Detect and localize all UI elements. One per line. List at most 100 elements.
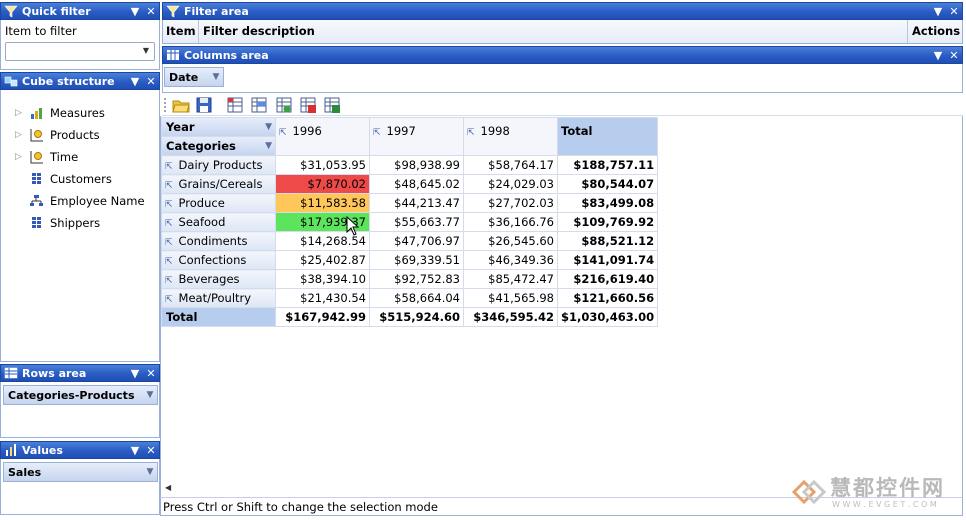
close-icon[interactable]: ✕ (143, 365, 159, 381)
data-cell[interactable]: $25,402.87 (275, 250, 370, 270)
tree-item-customers[interactable]: Customers (15, 169, 112, 189)
row-total-cell[interactable]: $80,544.07 (556, 174, 659, 194)
tree-item-shippers[interactable]: Shippers (15, 213, 100, 233)
row-header[interactable]: ⇱ Grains/Cereals (161, 174, 276, 194)
row-total-cell[interactable]: $141,091.74 (556, 250, 659, 270)
data-cell[interactable]: $24,029.03 (463, 174, 558, 194)
data-cell[interactable]: $41,565.98 (463, 288, 558, 308)
member-icon: ⇱ (165, 257, 173, 267)
tree-item-employee-name[interactable]: Employee Name (15, 191, 145, 211)
values-field-chip[interactable]: Sales ▼ (3, 462, 158, 482)
filter-col-item: Item (166, 24, 196, 38)
grid-export-1-icon[interactable] (226, 96, 244, 114)
data-cell[interactable]: $98,938.99 (369, 155, 464, 175)
data-cell[interactable]: $69,339.51 (369, 250, 464, 270)
table-row: ⇱ Condiments $14,268.54 $47,706.97 $26,545.6… (161, 231, 659, 251)
tree-item-time[interactable]: ▷ Time (15, 147, 78, 167)
tree-item-label: Measures (50, 106, 105, 120)
data-cell[interactable]: $21,430.54 (275, 288, 370, 308)
tree-item-label: Time (50, 150, 79, 164)
column-header-1998[interactable]: ⇱ 1998 (463, 117, 558, 156)
data-cell[interactable]: $46,349.36 (463, 250, 558, 270)
close-icon[interactable]: ✕ (143, 73, 159, 89)
chevron-down-icon[interactable]: ▼ (127, 73, 143, 89)
values-icon (4, 443, 18, 457)
tree-item-measures[interactable]: ▷ Measures (15, 103, 105, 123)
data-cell[interactable]: $31,053.95 (275, 155, 370, 175)
expand-icon[interactable]: ▷ (15, 152, 29, 162)
row-header[interactable]: ⇱ Confections (161, 250, 276, 270)
pdf-export-icon[interactable] (299, 96, 317, 114)
item-to-filter-select[interactable]: ▼ (5, 42, 155, 61)
data-cell[interactable]: $11,583.58 (275, 193, 370, 213)
excel-export-icon[interactable] (323, 96, 341, 114)
grid-export-3-icon[interactable] (275, 96, 293, 114)
row-total-cell[interactable]: $83,499.08 (556, 193, 659, 213)
year-field-chip[interactable]: Year ▼ (162, 118, 275, 136)
data-cell[interactable]: $92,752.83 (369, 269, 464, 289)
categories-field-header[interactable]: Categories ▼ (161, 136, 276, 156)
chevron-down-icon[interactable]: ▼ (127, 365, 143, 381)
date-field-chip[interactable]: Date ▼ (164, 67, 224, 87)
data-cell[interactable]: $27,702.03 (463, 193, 558, 213)
row-total-cell[interactable]: $109,769.92 (556, 212, 659, 232)
data-cell[interactable]: $36,166.76 (463, 212, 558, 232)
data-cell[interactable]: $55,663.77 (369, 212, 464, 232)
data-cell[interactable]: $44,213.47 (369, 193, 464, 213)
member-icon: ⇱ (467, 128, 475, 138)
grand-total-cell[interactable]: $515,924.60 (369, 307, 464, 327)
close-icon[interactable]: ✕ (143, 442, 159, 458)
year-field-header[interactable]: Year ▼ (161, 117, 276, 137)
data-cell[interactable]: $58,764.17 (463, 155, 558, 175)
filter-col-description: Filter description (203, 24, 315, 38)
grand-total-cell[interactable]: $1,030,463.00 (556, 307, 659, 327)
data-cell[interactable]: $26,545.60 (463, 231, 558, 251)
categories-field-chip[interactable]: Categories ▼ (162, 137, 275, 155)
column-header-total[interactable]: Total (556, 117, 659, 156)
data-cell[interactable]: $47,706.97 (369, 231, 464, 251)
row-header[interactable]: ⇱ Seafood (161, 212, 276, 232)
row-total-cell[interactable]: $88,521.12 (556, 231, 659, 251)
data-cell[interactable]: $7,870.02 (275, 174, 370, 194)
data-cell[interactable]: $38,394.10 (275, 269, 370, 289)
row-header[interactable]: ⇱ Condiments (161, 231, 276, 251)
chevron-down-icon[interactable]: ▼ (265, 141, 272, 151)
row-header[interactable]: ⇱ Dairy Products (161, 155, 276, 175)
chevron-down-icon[interactable]: ▼ (143, 390, 157, 400)
row-total-cell[interactable]: $216,619.40 (556, 269, 659, 289)
save-icon[interactable] (195, 96, 213, 114)
grand-total-cell[interactable]: $167,942.99 (275, 307, 370, 327)
scroll-left-icon[interactable]: ◀ (165, 483, 171, 492)
rows-field-chip[interactable]: Categories-Products ▼ (3, 385, 158, 405)
chevron-down-icon[interactable]: ▼ (930, 3, 946, 19)
row-header[interactable]: ⇱ Beverages (161, 269, 276, 289)
filter-area-title: Filter area (184, 4, 249, 18)
column-header-1997[interactable]: ⇱ 1997 (369, 117, 464, 156)
open-icon[interactable] (172, 96, 190, 114)
close-icon[interactable]: ✕ (946, 3, 962, 19)
chevron-down-icon[interactable]: ▼ (127, 442, 143, 458)
grand-total-label[interactable]: Total (161, 307, 276, 327)
data-cell[interactable]: $58,664.04 (369, 288, 464, 308)
data-cell[interactable]: $85,472.47 (463, 269, 558, 289)
column-header-1996[interactable]: ⇱ 1996 (275, 117, 370, 156)
tree-item-products[interactable]: ▷ Products (15, 125, 100, 145)
grand-total-cell[interactable]: $346,595.42 (463, 307, 558, 327)
expand-icon[interactable]: ▷ (15, 108, 29, 118)
data-cell[interactable]: $48,645.02 (369, 174, 464, 194)
row-total-cell[interactable]: $121,660.56 (556, 288, 659, 308)
close-icon[interactable]: ✕ (143, 3, 159, 19)
chevron-down-icon[interactable]: ▼ (930, 47, 946, 63)
grid-export-2-icon[interactable] (250, 96, 268, 114)
row-header[interactable]: ⇱ Meat/Poultry (161, 288, 276, 308)
row-header[interactable]: ⇱ Produce (161, 193, 276, 213)
chevron-down-icon[interactable]: ▼ (127, 3, 143, 19)
chevron-down-icon[interactable]: ▼ (143, 467, 157, 477)
row-total-cell[interactable]: $188,757.11 (556, 155, 659, 175)
chevron-down-icon[interactable]: ▼ (209, 72, 223, 82)
close-icon[interactable]: ✕ (946, 47, 962, 63)
expand-icon[interactable]: ▷ (15, 130, 29, 140)
hierarchy-icon (29, 216, 45, 230)
chevron-down-icon[interactable]: ▼ (265, 122, 272, 132)
values-field-label: Sales (8, 465, 42, 479)
